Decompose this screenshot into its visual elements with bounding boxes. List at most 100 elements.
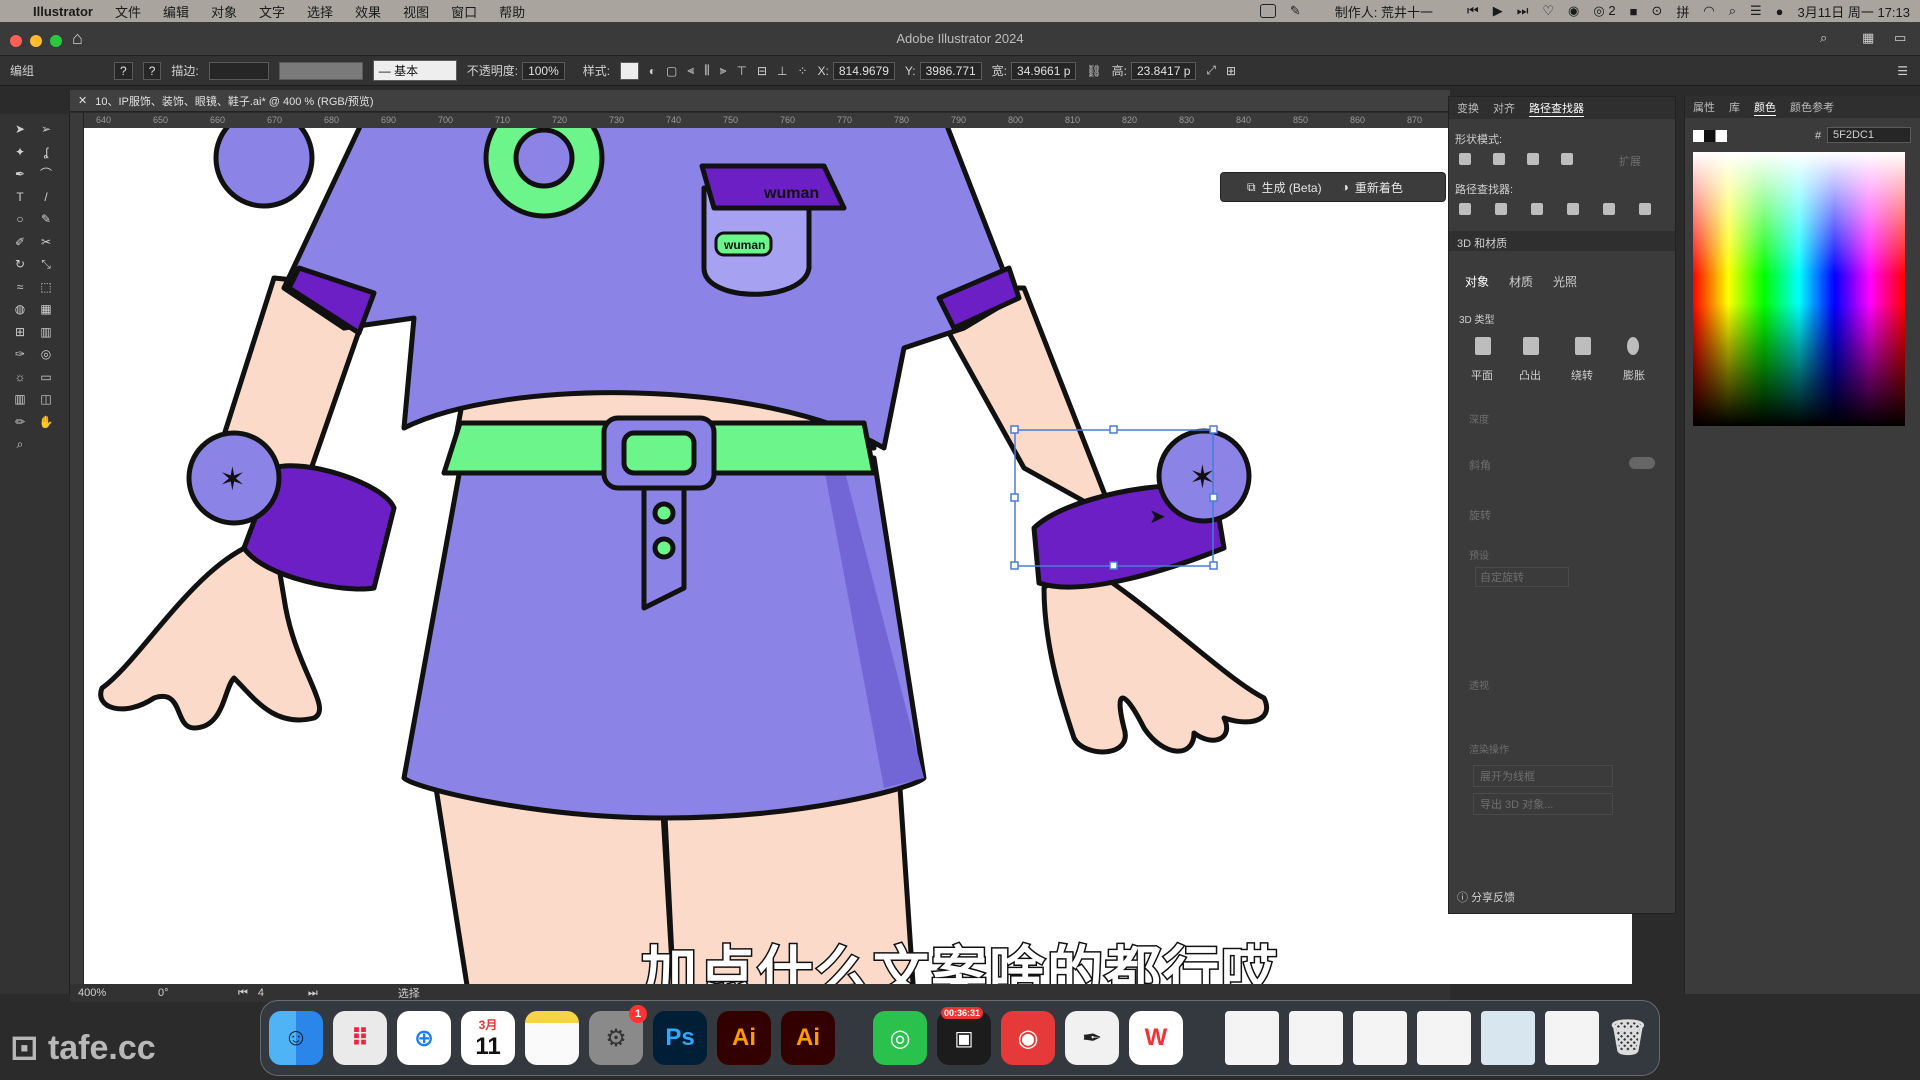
wechat-status-icon[interactable]: ◎ 2 — [1593, 3, 1615, 19]
expand-button[interactable]: 扩展 — [1619, 153, 1641, 169]
fill-stroke-swatches[interactable] — [1693, 130, 1727, 142]
search-icon[interactable]: ⌕ — [1820, 30, 1827, 46]
menu-file[interactable]: 文件 — [104, 2, 152, 21]
height-field[interactable]: 23.8417 p — [1130, 61, 1197, 80]
variable-width-field[interactable] — [278, 61, 363, 80]
siri-icon[interactable]: ● — [1776, 4, 1784, 19]
recolor-button[interactable]: 重新着色 — [1355, 179, 1403, 196]
launchpad-icon[interactable]: ⠿ — [333, 1011, 387, 1065]
zoom-tool-icon[interactable]: ⌕ — [12, 437, 28, 451]
extrude-type-icon[interactable] — [1523, 337, 1539, 355]
scale-tool-icon[interactable]: ⤡ — [38, 257, 54, 271]
playback-icon[interactable]: ⊙ — [1651, 3, 1662, 19]
blend-tool-icon[interactable]: ◎ — [38, 347, 54, 361]
align-center-icon[interactable]: ⫼ — [704, 63, 710, 78]
align-bottom-icon[interactable]: ⊥ — [777, 64, 787, 78]
align-to-icon[interactable]: ▢ — [666, 64, 677, 78]
stroke-style-select[interactable]: — 基本 — [372, 60, 457, 81]
camera-icon[interactable]: ■ — [1630, 4, 1638, 19]
datetime[interactable]: 3月11日 周一 17:13 — [1798, 2, 1910, 21]
align-top-icon[interactable]: ⊤ — [736, 64, 746, 78]
wps-icon[interactable]: W — [1129, 1011, 1183, 1065]
menu-view[interactable]: 视图 — [392, 2, 440, 21]
y-field[interactable]: 3986.771 — [919, 61, 982, 80]
recent-doc-4[interactable] — [1417, 1011, 1471, 1065]
type-plane[interactable]: 平面 — [1471, 367, 1493, 383]
last-artboard-icon[interactable]: ⏭ — [308, 987, 318, 1000]
subtab-material[interactable]: 材质 — [1509, 273, 1533, 290]
character-artwork[interactable]: CDEFGHIJK wuman wuman ✶ ✶ ➤ — [84, 128, 1632, 984]
system-settings-icon[interactable]: ⚙ 1 — [589, 1005, 647, 1065]
next-track-icon[interactable]: ⏭ — [1517, 3, 1529, 19]
type-tool-icon[interactable]: T — [12, 190, 28, 204]
width-field[interactable]: 34.9661 p — [1011, 61, 1077, 80]
arrange-docs-icon[interactable]: ▦ — [1862, 30, 1874, 46]
distribute-icon[interactable]: ⊞ — [1226, 64, 1236, 78]
app-menu[interactable]: Illustrator — [22, 4, 104, 19]
align-right-icon[interactable]: ⫸ — [720, 63, 727, 78]
minus-back-button[interactable] — [1639, 203, 1651, 215]
close-tab-icon[interactable]: ✕ — [78, 94, 87, 107]
netease-music-icon[interactable]: ◉ — [1001, 1011, 1055, 1065]
menu-type[interactable]: 文字 — [248, 2, 296, 21]
link-proportions-icon[interactable]: ⛓ — [1086, 64, 1101, 78]
calendar-icon[interactable]: 3月 11 — [461, 1011, 515, 1065]
export-3d-button[interactable]: 导出 3D 对象... — [1473, 793, 1613, 815]
illustrator-icon-1[interactable]: Ai — [717, 1011, 771, 1065]
minus-front-button[interactable] — [1493, 153, 1505, 165]
artboard-canvas[interactable]: CDEFGHIJK wuman wuman ✶ ✶ ➤ 加点什么文案啥的都行哎 — [84, 128, 1632, 984]
menu-select[interactable]: 选择 — [296, 2, 344, 21]
type-extrude[interactable]: 凸出 — [1519, 367, 1541, 383]
tab-color[interactable]: 颜色 — [1754, 99, 1776, 116]
perspective-tool-icon[interactable]: ▦ — [38, 302, 54, 316]
generate-beta-button[interactable]: 生成 (Beta) — [1262, 179, 1322, 196]
recent-doc-2[interactable] — [1289, 1011, 1343, 1065]
direct-selection-tool-icon[interactable]: ➢ — [38, 122, 54, 136]
graphic-style-swatch[interactable] — [620, 61, 639, 80]
align-middle-icon[interactable]: ⊟ — [757, 64, 767, 78]
netease-icon[interactable]: ◉ — [1568, 3, 1579, 19]
color-spectrum[interactable] — [1693, 152, 1905, 426]
bevel-toggle[interactable] — [1629, 457, 1655, 469]
tab-pathfinder[interactable]: 路径查找器 — [1529, 100, 1584, 117]
align-left-icon[interactable]: ⫷ — [687, 63, 694, 78]
type-inflate[interactable]: 膨胀 — [1623, 367, 1645, 383]
menu-object[interactable]: 对象 — [200, 2, 248, 21]
wifi-icon[interactable]: ◠ — [1703, 3, 1714, 19]
scissors-tool-icon[interactable]: ✂ — [38, 235, 54, 249]
zoom-field[interactable]: 400% — [78, 987, 138, 999]
x-field[interactable]: 814.9679 — [832, 61, 895, 80]
line-tool-icon[interactable]: / — [38, 190, 54, 204]
artboard-number-field[interactable]: 4 — [258, 987, 288, 999]
illustrator-icon-2[interactable]: Ai — [781, 1011, 835, 1065]
magic-wand-tool-icon[interactable]: ✦ — [12, 145, 28, 159]
recolor-icon[interactable]: ◐ — [649, 64, 656, 78]
transform-icon[interactable]: ⤢ — [1206, 63, 1216, 78]
pen-status-icon[interactable]: ✎ — [1290, 3, 1301, 19]
input-method-icon[interactable]: 拼 — [1676, 2, 1689, 21]
notes-icon[interactable] — [525, 1011, 579, 1065]
stroke-swatch[interactable]: ? — [142, 61, 162, 80]
trim-button[interactable] — [1495, 203, 1507, 215]
intersect-button[interactable] — [1527, 153, 1539, 165]
finder-icon[interactable]: ☺ — [269, 1011, 323, 1065]
selection-tool-icon[interactable]: ➤ — [12, 122, 28, 136]
shape-builder-tool-icon[interactable]: ◍ — [12, 302, 28, 316]
type-revolve[interactable]: 绕转 — [1571, 367, 1593, 383]
wechat-icon[interactable]: ◎ — [873, 1011, 927, 1065]
divide-button[interactable] — [1459, 203, 1471, 215]
document-tab[interactable]: ✕ 10、IP服饰、装饰、眼镜、鞋子.ai* @ 400 % (RGB/预览) — [70, 90, 1450, 112]
hand-tool-icon[interactable]: ✋ — [38, 415, 54, 429]
recent-doc-5[interactable] — [1481, 1011, 1535, 1065]
crop-button[interactable] — [1567, 203, 1579, 215]
first-artboard-icon[interactable]: ⏮ — [238, 987, 248, 1000]
menu-effect[interactable]: 效果 — [344, 2, 392, 21]
trash-icon[interactable]: 🗑 — [1601, 1011, 1655, 1065]
menu-window[interactable]: 窗口 — [440, 2, 488, 21]
control-center-icon[interactable]: ☰ — [1750, 3, 1762, 19]
expand-wireframe-button[interactable]: 展开为线框 — [1473, 765, 1613, 787]
plane-type-icon[interactable] — [1475, 337, 1491, 355]
inflate-type-icon[interactable] — [1627, 337, 1639, 355]
fill-swatch[interactable]: ? — [114, 61, 133, 80]
play-icon[interactable]: ▶ — [1493, 3, 1503, 19]
